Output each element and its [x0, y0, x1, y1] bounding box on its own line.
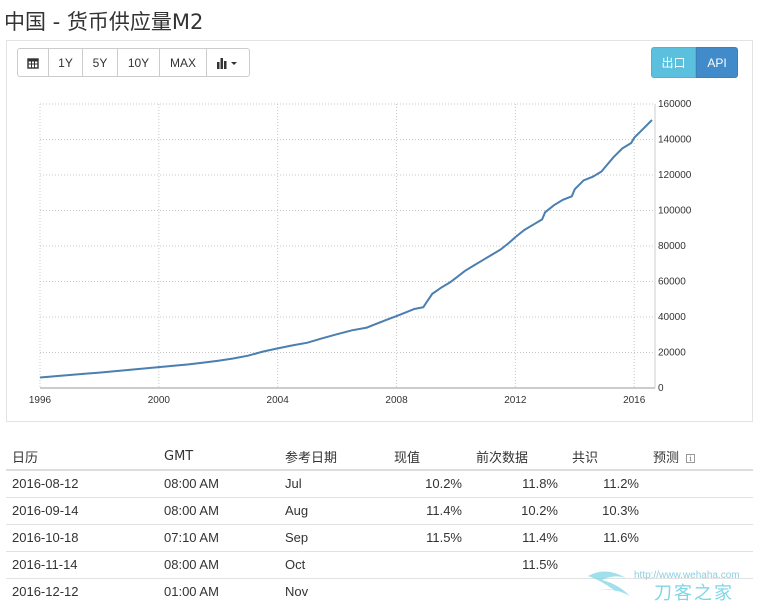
cell-ref: Nov	[279, 577, 388, 605]
y-tick-label: 140000	[658, 135, 692, 146]
x-tick-label: 2016	[623, 395, 646, 406]
y-tick-label: 40000	[658, 312, 686, 323]
cell-consensus: 11.2%	[566, 469, 647, 497]
cell-gmt: 01:00 AM	[158, 577, 279, 605]
cell-forecast	[647, 496, 753, 524]
cell-previous: 11.4%	[470, 523, 566, 551]
cell-ref: Oct	[279, 550, 388, 578]
y-tick-label: 80000	[658, 241, 686, 252]
table-row: 2016-10-18 07:10 AM Sep 11.5% 11.4% 11.6%	[6, 523, 753, 551]
table-row: 2016-12-12 01:00 AM Nov	[6, 577, 753, 605]
series-line	[39, 119, 653, 379]
col-header-gmt: GMT	[158, 443, 279, 471]
y-tick-label: 100000	[658, 206, 692, 217]
y-tick-label: 0	[658, 383, 664, 394]
cell-gmt: 08:00 AM	[158, 496, 279, 524]
col-header-date: 日历	[6, 443, 158, 471]
info-icon[interactable]: i	[686, 453, 696, 463]
cell-actual: 11.4%	[388, 496, 470, 524]
cell-forecast	[647, 550, 753, 578]
col-header-reference: 参考日期	[279, 443, 388, 471]
cell-previous: 11.5%	[470, 550, 566, 578]
col-header-previous: 前次数据	[470, 443, 566, 471]
col-header-actual: 现值	[388, 443, 470, 471]
cell-previous: 10.2%	[470, 496, 566, 524]
x-tick-label: 2000	[148, 395, 171, 406]
cell-ref: Sep	[279, 523, 388, 551]
cell-forecast	[647, 577, 753, 605]
cell-actual: 10.2%	[388, 469, 470, 497]
chart-panel: 1Y 5Y 10Y MAX 出口 API 1996 2000 2004 2008 2012 20…	[6, 40, 753, 422]
cell-gmt: 07:10 AM	[158, 523, 279, 551]
cell-actual	[388, 577, 470, 605]
cell-date: 2016-11-14	[6, 550, 158, 578]
cell-forecast	[647, 523, 753, 551]
y-tick-label: 60000	[658, 277, 686, 288]
cell-consensus	[566, 550, 647, 578]
cell-actual: 11.5%	[388, 523, 470, 551]
cell-date: 2016-08-12	[6, 469, 158, 497]
cell-consensus: 11.6%	[566, 523, 647, 551]
cell-gmt: 08:00 AM	[158, 550, 279, 578]
cell-date: 2016-09-14	[6, 496, 158, 524]
table-row: 2016-08-12 08:00 AM Jul 10.2% 11.8% 11.2%	[6, 469, 753, 497]
y-tick-label: 120000	[658, 170, 692, 181]
y-tick-label: 20000	[658, 348, 686, 359]
table-header-row: 日历 GMT 参考日期 现值 前次数据 共识 预测 i	[6, 443, 753, 471]
cell-consensus	[566, 577, 647, 605]
cell-ref: Aug	[279, 496, 388, 524]
calendar-table: 日历 GMT 参考日期 现值 前次数据 共识 预测 i 2016-08-12 08…	[6, 443, 753, 605]
cell-ref: Jul	[279, 469, 388, 497]
m2-line-chart: 1996 2000 2004 2008 2012 2016 0 20000 40000 60000…	[29, 99, 692, 406]
table-row: 2016-11-14 08:00 AM Oct 11.5%	[6, 550, 753, 578]
cell-previous: 11.8%	[470, 469, 566, 497]
y-tick-label: 160000	[658, 99, 692, 110]
cell-actual	[388, 550, 470, 578]
cell-date: 2016-10-18	[6, 523, 158, 551]
col-header-consensus: 共识	[566, 443, 647, 471]
col-header-forecast-label: 预测	[653, 450, 680, 466]
cell-previous	[470, 577, 566, 605]
cell-date: 2016-12-12	[6, 577, 158, 605]
cell-consensus: 10.3%	[566, 496, 647, 524]
col-header-forecast: 预测 i	[647, 443, 753, 471]
x-tick-label: 2008	[385, 395, 408, 406]
cell-forecast	[647, 469, 753, 497]
table-row: 2016-09-14 08:00 AM Aug 11.4% 10.2% 10.3%	[6, 496, 753, 524]
cell-gmt: 08:00 AM	[158, 469, 279, 497]
x-tick-label: 1996	[29, 395, 52, 406]
x-tick-label: 2012	[504, 395, 527, 406]
x-tick-label: 2004	[267, 395, 290, 406]
page-title: 中国 - 货币供应量M2	[4, 10, 204, 34]
